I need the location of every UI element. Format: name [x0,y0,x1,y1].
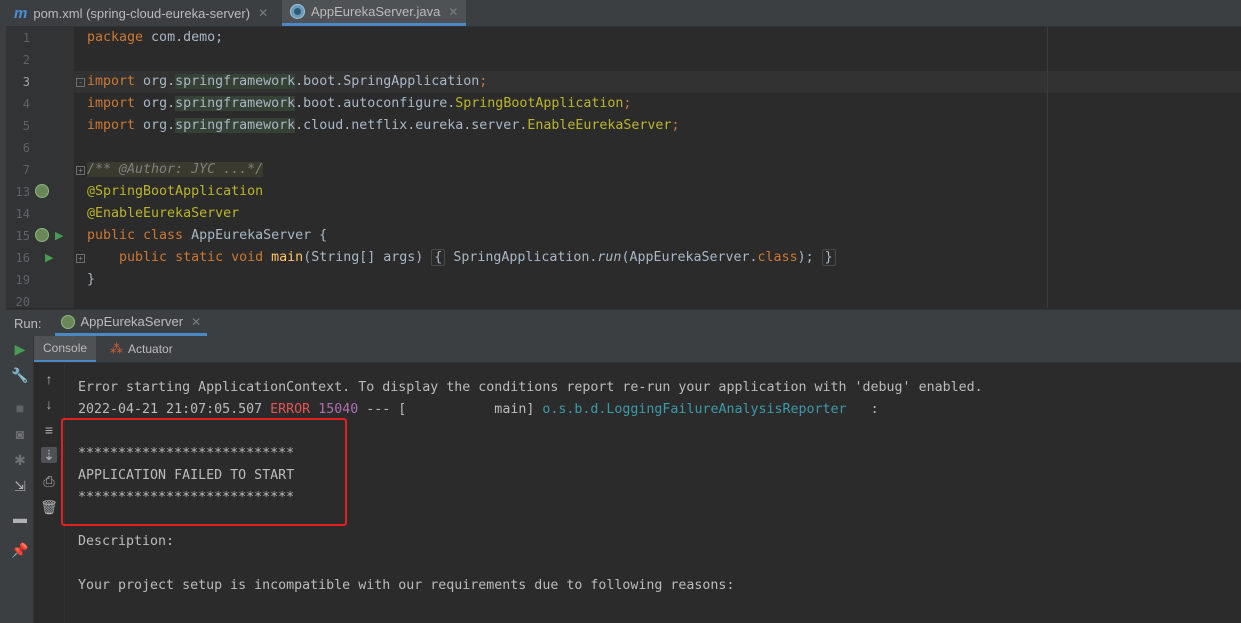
code-line: public static void main(String[] args) {… [87,249,836,266]
code-editor[interactable]: 1 2 3 4 5 6 7 13 14 15 16 19 20 ▶ ▶ - + … [6,27,1241,309]
line-number: 15 [15,229,30,243]
layout-icon[interactable]: ▬ [12,510,28,526]
line-number: 16 [15,251,30,265]
code-line: public class AppEurekaServer { [87,228,328,243]
stop-icon[interactable]: ■ [12,400,28,416]
close-icon[interactable]: ✕ [448,5,458,19]
line-number: 5 [22,119,30,133]
run-config-tab[interactable]: AppEurekaServer ✕ [55,310,208,336]
run-gutter-icon[interactable]: ▶ [45,251,53,264]
line-number: 2 [22,53,30,67]
code-line: import org.springframework.cloud.netflix… [87,118,680,133]
code-line: @EnableEurekaServer [87,206,240,221]
scroll-to-end-icon[interactable]: ⇣ [41,447,57,463]
close-icon[interactable]: ✕ [191,315,201,329]
tab-label: AppEurekaServer.java [311,4,441,19]
line-number: 14 [15,207,30,221]
close-icon[interactable]: ✕ [258,6,268,20]
right-margin-guide [1047,27,1048,308]
run-tool-window-header: Run: AppEurekaServer ✕ [6,309,1241,336]
line-number: 13 [15,185,30,199]
fold-icon[interactable]: + [76,254,85,263]
run-config-name: AppEurekaServer [80,314,184,329]
console-line: Your project setup is incompatible with … [78,578,735,593]
tab-pom-xml[interactable]: m pom.xml (spring-cloud-eureka-server) ✕ [14,0,268,26]
maven-icon: m [14,4,28,22]
line-gutter: 1 2 3 4 5 6 7 13 14 15 16 19 20 ▶ ▶ [6,27,74,309]
tab-app-eureka-server-java[interactable]: AppEurekaServer.java ✕ [282,0,467,26]
code-line: import org.springframework.boot.SpringAp… [87,74,488,89]
spring-boot-icon [61,314,76,329]
tab-actuator-label: Actuator [128,342,173,356]
actuator-icon: ⁂ [110,341,124,356]
trash-icon[interactable]: 🗑 [40,499,58,515]
tab-actuator[interactable]: ⁂ Actuator [110,341,173,357]
camera-icon[interactable]: ◙ [12,426,28,442]
tab-console-label: Console [43,341,88,355]
console-line: Error starting ApplicationContext. To di… [78,380,983,395]
exit-icon[interactable]: ⇲ [12,478,28,494]
console-subtabs: Console ⁂ Actuator [34,336,1241,363]
run-gutter-icon[interactable]: ▶ [55,229,63,242]
arrow-up-icon[interactable]: ↑ [41,371,57,387]
line-number: 20 [15,295,30,309]
tab-console[interactable]: Console [34,336,97,362]
console-line: Description: [78,534,175,549]
line-number: 19 [15,273,30,287]
arrow-down-icon[interactable]: ↓ [41,396,57,412]
fold-icon[interactable]: + [76,166,85,175]
code-line: import org.springframework.boot.autoconf… [87,96,632,111]
run-toolbar: ▶ 🔧 ■ ◙ ✱ ⇲ ▬ 📌 [6,336,34,623]
code-line: package com.demo; [87,30,224,45]
line-number: 3 [22,75,30,89]
wrench-icon[interactable]: 🔧 [11,367,28,383]
code-line: } [87,272,96,287]
fold-icon[interactable]: - [76,78,85,87]
annotation-highlight-box [61,418,347,526]
line-number: 6 [22,141,30,155]
tab-label: pom.xml (spring-cloud-eureka-server) [33,5,251,21]
line-number: 7 [22,163,30,177]
spring-bean-icon[interactable] [35,184,49,201]
code-line: /** @Author: JYC ...*/ [87,162,264,177]
print-icon[interactable]: ⎙ [41,473,57,489]
code-line: @SpringBootApplication [87,184,264,199]
line-number: 1 [22,31,30,45]
pin-icon[interactable]: 📌 [11,542,28,558]
spring-bean-icon[interactable] [35,228,49,245]
java-class-icon [290,4,305,19]
soft-wrap-icon[interactable]: ≡ [41,422,57,438]
editor-tab-bar: m pom.xml (spring-cloud-eureka-server) ✕… [6,0,1241,27]
debug-icon[interactable]: ✱ [12,452,28,468]
line-number: 4 [22,97,30,111]
rerun-icon[interactable]: ▶ [12,341,28,357]
console-log-line: 2022-04-21 21:07:05.507 ERROR 15040 --- … [78,402,879,417]
run-label: Run: [14,315,42,331]
